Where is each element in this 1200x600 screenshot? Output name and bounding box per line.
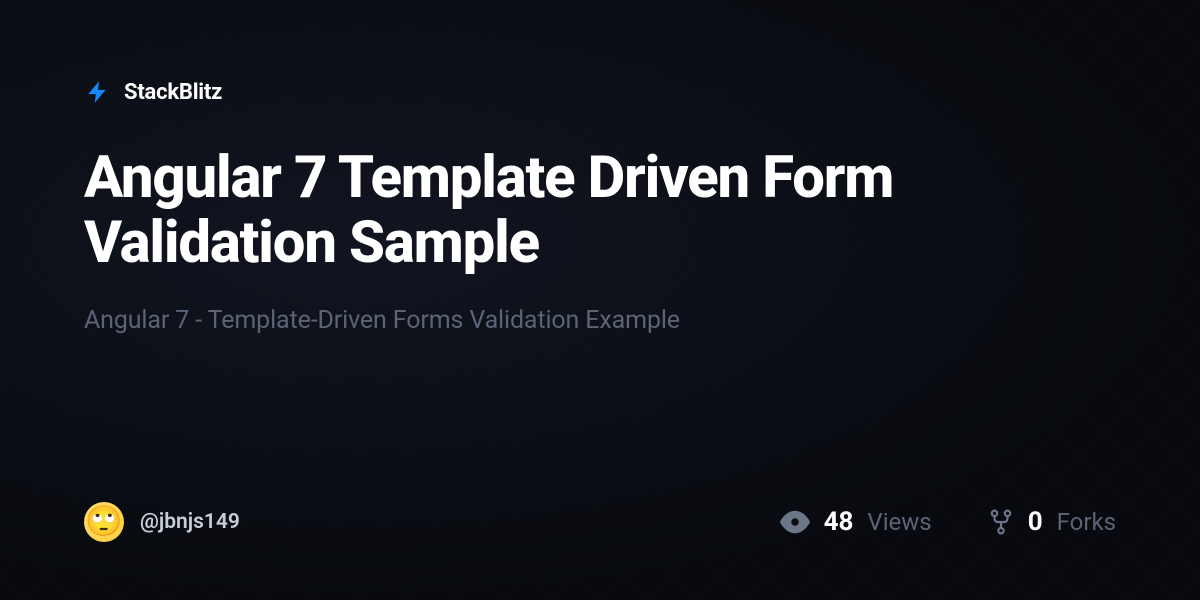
fork-icon <box>988 509 1014 535</box>
author-username: @jbnjs149 <box>140 510 240 534</box>
content-container: StackBlitz Angular 7 Template Driven For… <box>0 0 1200 600</box>
forks-stat: 0 Forks <box>988 507 1116 537</box>
author-section[interactable]: 🙄 @jbnjs149 <box>84 502 240 542</box>
views-label: Views <box>867 508 931 536</box>
forks-label: Forks <box>1057 508 1116 536</box>
project-subtitle: Angular 7 - Template-Driven Forms Valida… <box>84 306 1116 335</box>
footer-bar: 🙄 @jbnjs149 48 Views <box>84 502 1116 542</box>
eye-icon <box>780 507 810 537</box>
brand-header: StackBlitz <box>84 78 1116 106</box>
stats-section: 48 Views 0 Forks <box>780 507 1116 537</box>
avatar: 🙄 <box>84 502 124 542</box>
forks-count: 0 <box>1028 507 1043 537</box>
project-title: Angular 7 Template Driven Form Validatio… <box>84 146 1064 276</box>
views-count: 48 <box>824 507 854 537</box>
bolt-icon <box>84 78 112 106</box>
views-stat: 48 Views <box>780 507 932 537</box>
brand-name: StackBlitz <box>124 80 222 105</box>
